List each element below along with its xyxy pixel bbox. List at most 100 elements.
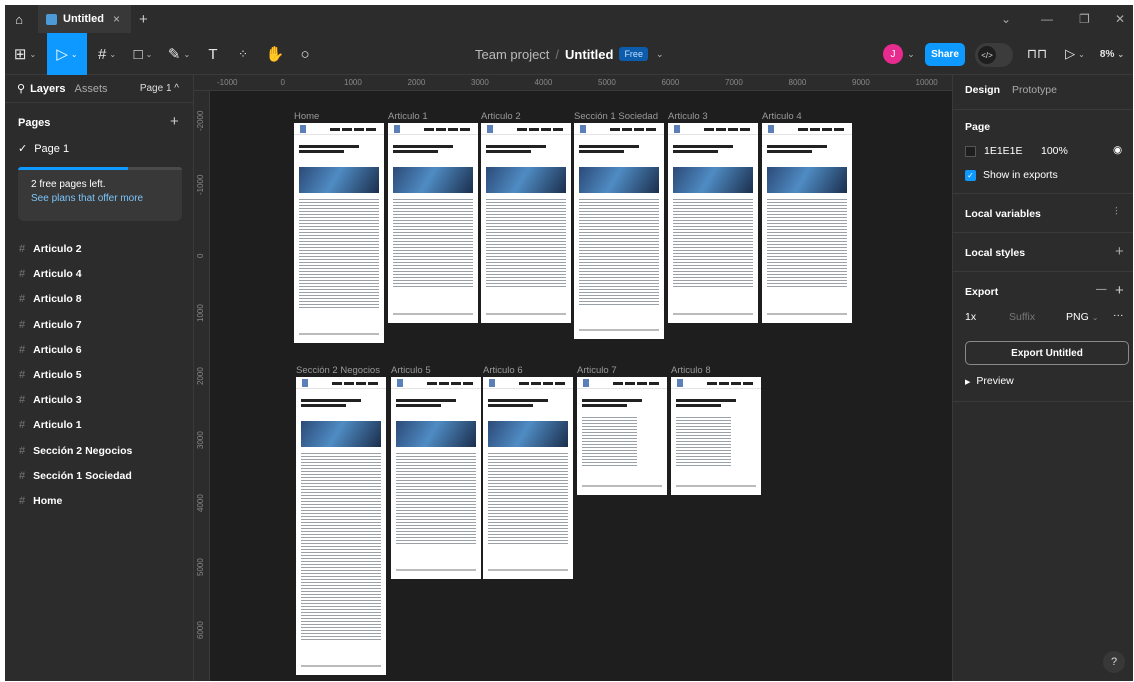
minimize-icon[interactable]: —	[1041, 12, 1053, 26]
help-button[interactable]: ?	[1103, 651, 1125, 673]
layer-item[interactable]: # Articulo 1	[19, 419, 82, 431]
export-suffix-input[interactable]: Suffix	[1009, 311, 1035, 323]
tab-design[interactable]: Design	[965, 84, 1000, 96]
tab-layers[interactable]: Layers	[30, 83, 65, 95]
frame-label[interactable]: Articulo 8	[671, 365, 711, 376]
page-frame[interactable]	[296, 377, 386, 675]
frame-title-line	[301, 404, 346, 407]
page-frame[interactable]	[388, 123, 478, 323]
frame-label[interactable]: Articulo 5	[391, 365, 431, 376]
frame-header	[391, 377, 481, 389]
comment-tool-icon[interactable]: ○	[293, 33, 317, 75]
color-swatch[interactable]	[965, 145, 976, 157]
local-variables[interactable]: Local variables	[965, 208, 1041, 220]
pages-usage-bar	[18, 167, 182, 170]
file-name[interactable]: Untitled	[565, 47, 613, 62]
frame-label[interactable]: Articulo 2	[481, 111, 521, 122]
avatar[interactable]: J	[883, 44, 903, 64]
page-frame[interactable]	[668, 123, 758, 323]
export-scale[interactable]: 1x	[965, 311, 976, 323]
present-icon[interactable]: ▷ ⌄	[1061, 33, 1089, 75]
frame-nav	[519, 382, 567, 385]
restore-icon[interactable]: ❐	[1079, 12, 1090, 26]
page-item-page-1[interactable]: ✓ Page 1	[18, 142, 69, 155]
eye-icon[interactable]: ◉	[1113, 144, 1122, 156]
frame-label[interactable]: Home	[294, 111, 319, 122]
layer-item[interactable]: # Articulo 7	[19, 319, 82, 331]
layer-item[interactable]: # Articulo 3	[19, 394, 82, 406]
chevron-down-icon[interactable]: ⌄	[656, 49, 664, 60]
new-tab-button[interactable]: +	[139, 11, 148, 28]
preview-toggle[interactable]: ▶ Preview	[965, 375, 1014, 387]
zoom-level[interactable]: 8% ⌄	[1095, 33, 1129, 75]
more-options-icon[interactable]: ···	[1113, 309, 1124, 321]
layer-item[interactable]: # Sección 1 Sociedad	[19, 470, 132, 482]
page-frame[interactable]	[391, 377, 481, 579]
page-frame[interactable]	[294, 123, 384, 343]
page-frame[interactable]	[762, 123, 852, 323]
frame-label[interactable]: Articulo 4	[762, 111, 802, 122]
page-background-opacity[interactable]: 100%	[1041, 145, 1068, 157]
layer-item[interactable]: # Articulo 8	[19, 293, 82, 305]
close-window-icon[interactable]: ✕	[1115, 12, 1125, 26]
export-format-select[interactable]: PNG ⌄	[1066, 311, 1098, 323]
chevron-down-icon[interactable]: ⌄	[1001, 12, 1011, 26]
library-icon[interactable]: ⊓⊓	[1025, 33, 1049, 75]
add-export-button[interactable]: +	[1115, 282, 1124, 299]
canvas[interactable]: Home Articulo 1 Articulo 2 Sección 1 Socied…	[210, 91, 952, 681]
search-icon[interactable]: ⚲	[17, 82, 25, 95]
frame-footer	[488, 569, 568, 571]
layer-item[interactable]: # Articulo 5	[19, 369, 82, 381]
frame-label[interactable]: Sección 2 Negocios	[296, 365, 380, 376]
frame-body-text	[301, 453, 381, 641]
hand-tool-icon[interactable]: ✋	[263, 33, 287, 75]
page-frame[interactable]	[483, 377, 573, 579]
figma-file-icon	[46, 13, 57, 25]
frame-label[interactable]: Articulo 7	[577, 365, 617, 376]
page-frame[interactable]	[671, 377, 761, 495]
export-button[interactable]: Export Untitled	[965, 341, 1129, 365]
close-tab-icon[interactable]: ×	[113, 12, 120, 26]
layer-item[interactable]: # Home	[19, 495, 62, 507]
frame-label[interactable]: Sección 1 Sociedad	[574, 111, 658, 122]
show-in-exports-checkbox[interactable]: ✓ Show in exports	[965, 169, 1058, 181]
add-style-button[interactable]: +	[1115, 243, 1124, 260]
dev-mode-toggle[interactable]: </>	[975, 43, 1013, 67]
pen-tool-icon[interactable]: ✎ ⌄	[163, 33, 195, 75]
page-frame[interactable]	[577, 377, 667, 495]
shape-tool-icon[interactable]: □ ⌄	[127, 33, 159, 75]
add-page-button[interactable]: +	[170, 113, 179, 130]
move-tool-icon[interactable]: ▷ ⌄	[47, 33, 87, 75]
frame-tool-icon[interactable]: # ⌄	[91, 33, 123, 75]
frame-body-text	[396, 453, 476, 545]
variables-icon[interactable]: ⫶	[1115, 206, 1118, 219]
frame-title-line	[673, 150, 718, 153]
logo	[394, 125, 400, 133]
frame-label[interactable]: Articulo 1	[388, 111, 428, 122]
frame-label[interactable]: Articulo 3	[668, 111, 708, 122]
chevron-down-icon[interactable]: ⌄	[905, 33, 917, 75]
project-name[interactable]: Team project	[475, 47, 549, 62]
page-frame[interactable]	[481, 123, 571, 323]
layer-item[interactable]: # Sección 2 Negocios	[19, 445, 132, 457]
text-tool-icon[interactable]: T	[201, 33, 225, 75]
resources-icon[interactable]: ⁘	[231, 33, 255, 75]
frame-header	[577, 377, 667, 389]
share-button[interactable]: Share	[925, 43, 965, 66]
tab-prototype[interactable]: Prototype	[1012, 84, 1057, 96]
remove-export-button[interactable]: —	[1096, 283, 1107, 295]
layer-item[interactable]: # Articulo 2	[19, 243, 82, 255]
home-icon[interactable]: ⌂	[5, 5, 33, 33]
see-plans-link[interactable]: See plans that offer more	[31, 193, 169, 204]
file-tab[interactable]: Untitled ×	[38, 5, 131, 33]
page-background-color[interactable]: 1E1E1E	[965, 145, 1023, 157]
page-selector[interactable]: Page 1 ^	[140, 83, 179, 94]
layer-item[interactable]: # Articulo 6	[19, 344, 82, 356]
frame-label[interactable]: Articulo 6	[483, 365, 523, 376]
page-frame[interactable]	[574, 123, 664, 339]
layer-item[interactable]: # Articulo 4	[19, 268, 82, 280]
main-menu-icon[interactable]: ⊞ ⌄	[9, 33, 41, 75]
tab-assets[interactable]: Assets	[75, 83, 108, 95]
layer-label: Articulo 5	[33, 369, 82, 381]
frame-title-line	[676, 399, 736, 402]
